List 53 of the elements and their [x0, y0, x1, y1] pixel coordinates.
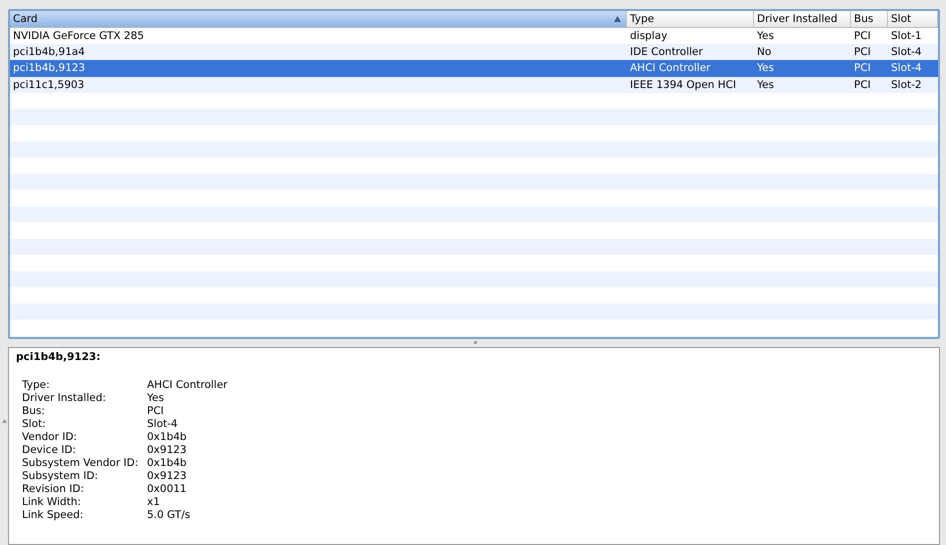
splitter-handle-icon[interactable] [474, 341, 477, 344]
property-value: 0x1b4b [147, 457, 188, 470]
column-header[interactable]: Type [627, 11, 754, 27]
table-cell-text: Slot-2 [890, 78, 923, 91]
property-label: Vendor ID: [22, 431, 78, 444]
table-row[interactable]: pci1b4b,91a4 IDE Controller No PCI Slot-4 [10, 44, 938, 60]
property-label: Driver Installed: [22, 392, 107, 405]
column-header[interactable]: Card [10, 11, 627, 27]
property-value: Yes [147, 392, 165, 405]
property-label: Device ID: [22, 444, 77, 457]
property-value: 5.0 GT/s [147, 509, 192, 522]
table-cell-text: No [756, 46, 772, 58]
property-label: Link Width: [22, 496, 82, 509]
table-cell-text: Yes [756, 62, 775, 74]
table-cell-text: PCI [853, 46, 872, 58]
table-cell-text: Slot-4 [890, 62, 923, 74]
property-value: 0x9123 [147, 444, 188, 457]
column-header[interactable]: Driver Installed [754, 11, 851, 27]
table-cell-text: Yes [756, 78, 775, 91]
column-header[interactable]: Slot [888, 11, 938, 27]
property-label: Bus: [22, 405, 46, 418]
table-cell-text: AHCI Controller [629, 62, 712, 74]
table-cell-text: pci11c1,5903 [12, 78, 86, 91]
property-value: 0x1b4b [147, 431, 188, 444]
property-value: Slot-4 [147, 418, 179, 431]
table-cell-text: PCI [853, 78, 872, 91]
property-value: x1 [147, 496, 161, 509]
table-cell-text: NVIDIA GeForce GTX 285 [12, 30, 145, 42]
table-cell-text: Slot-4 [890, 46, 923, 58]
table-cell-text: Yes [756, 30, 775, 42]
property-label: Revision ID: [22, 483, 85, 496]
property-label: Link Speed: [22, 509, 84, 522]
table-row[interactable]: pci1b4b,9123 AHCI Controller Yes PCI Slot-4 [10, 60, 938, 77]
property-value: AHCI Controller [147, 379, 228, 392]
detail-title: pci1b4b,9123: [16, 351, 102, 363]
property-value: 0x9123 [147, 470, 188, 483]
table-cell-text: Slot-1 [890, 30, 923, 42]
property-label: Subsystem ID: [22, 470, 100, 483]
table-cell-text: pci1b4b,9123 [12, 62, 86, 74]
property-label: Slot: [22, 418, 47, 431]
property-label: Type: [22, 379, 51, 392]
table-cell-text: pci1b4b,91a4 [12, 46, 86, 58]
property-value: 0x0011 [147, 483, 188, 496]
table-cell-text: IEEE 1394 Open HCI [629, 78, 738, 91]
table-row[interactable]: pci11c1,5903 IEEE 1394 Open HCI Yes PCI Slot-2 [10, 76, 938, 93]
table-cell-text: PCI [853, 62, 872, 74]
sort-arrow-icon [614, 16, 621, 22]
table-cell-text: IDE Controller [629, 46, 704, 58]
table-cell-text: display [629, 30, 668, 42]
column-header[interactable]: Bus [851, 11, 888, 27]
property-label: Subsystem Vendor ID: [22, 457, 140, 470]
property-value: PCI [147, 405, 165, 418]
table-cell-text: PCI [853, 30, 872, 42]
